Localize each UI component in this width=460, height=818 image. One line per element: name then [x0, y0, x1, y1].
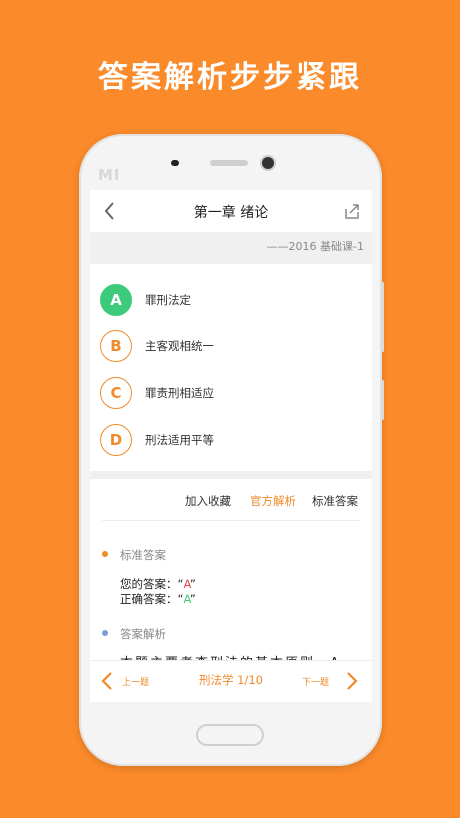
brand-logo: MI [98, 166, 121, 184]
tab-official-analysis[interactable]: 官方解析 [250, 493, 296, 509]
section-divider [90, 471, 372, 479]
tab-add-favorite[interactable]: 加入收藏 [185, 493, 231, 509]
option-label: 刑法适用平等 [145, 433, 214, 447]
your-answer-label: 您的答案： [120, 577, 178, 591]
option-label: 罪刑法定 [145, 293, 191, 307]
proximity-sensor [171, 160, 179, 166]
question-source-bar: ——2016 基础课-1 [90, 232, 372, 264]
app-screen: 第一章 绪论 ——2016 基础课-1 A 罪刑法定 B 主客观相统一 C 罪责… [90, 190, 372, 702]
option-letter-badge: C [100, 377, 132, 409]
earpiece-speaker [210, 160, 248, 166]
volume-button [381, 380, 384, 420]
correct-answer-label: 正确答案： [120, 592, 178, 606]
nav-bar: 第一章 绪论 [90, 190, 372, 233]
option-letter-badge: B [100, 330, 132, 362]
option-d[interactable]: D 刑法适用平等 [100, 424, 362, 458]
option-b[interactable]: B 主客观相统一 [100, 330, 362, 364]
option-c[interactable]: C 罪责刑相适应 [100, 377, 362, 411]
tab-standard-answer[interactable]: 标准答案 [312, 493, 358, 509]
answer-tabs: 加入收藏 官方解析 标准答案 [90, 490, 372, 514]
question-source: ——2016 基础课-1 [266, 240, 364, 253]
standard-answer-heading: 标准答案 [102, 547, 166, 563]
question-progress: 刑法学 1/10 [199, 673, 263, 687]
next-question-button[interactable]: 下一题 [302, 675, 329, 688]
share-icon[interactable] [342, 201, 362, 221]
power-button [381, 282, 384, 352]
your-answer-row: 您的答案：“A” [120, 577, 196, 591]
option-label: 罪责刑相适应 [145, 386, 214, 400]
option-letter-badge: D [100, 424, 132, 456]
option-letter-badge: A [100, 284, 132, 316]
option-a[interactable]: A 罪刑法定 [100, 284, 362, 318]
option-label: 主客观相统一 [145, 339, 214, 353]
tab-underline-divider [102, 520, 360, 521]
bottom-nav-bar: 上一题 刑法学 1/10 下一题 [90, 660, 372, 702]
promo-headline: 答案解析步步紧跟 [98, 60, 362, 95]
analysis-heading: 答案解析 [102, 626, 166, 642]
home-button[interactable] [196, 724, 264, 746]
correct-answer-row: 正确答案：“A” [120, 592, 196, 606]
chevron-right-icon[interactable] [345, 671, 359, 691]
front-camera [262, 157, 274, 169]
blue-dot-icon [102, 630, 108, 636]
orange-dot-icon [102, 551, 108, 557]
page-title: 第一章 绪论 [193, 205, 269, 221]
